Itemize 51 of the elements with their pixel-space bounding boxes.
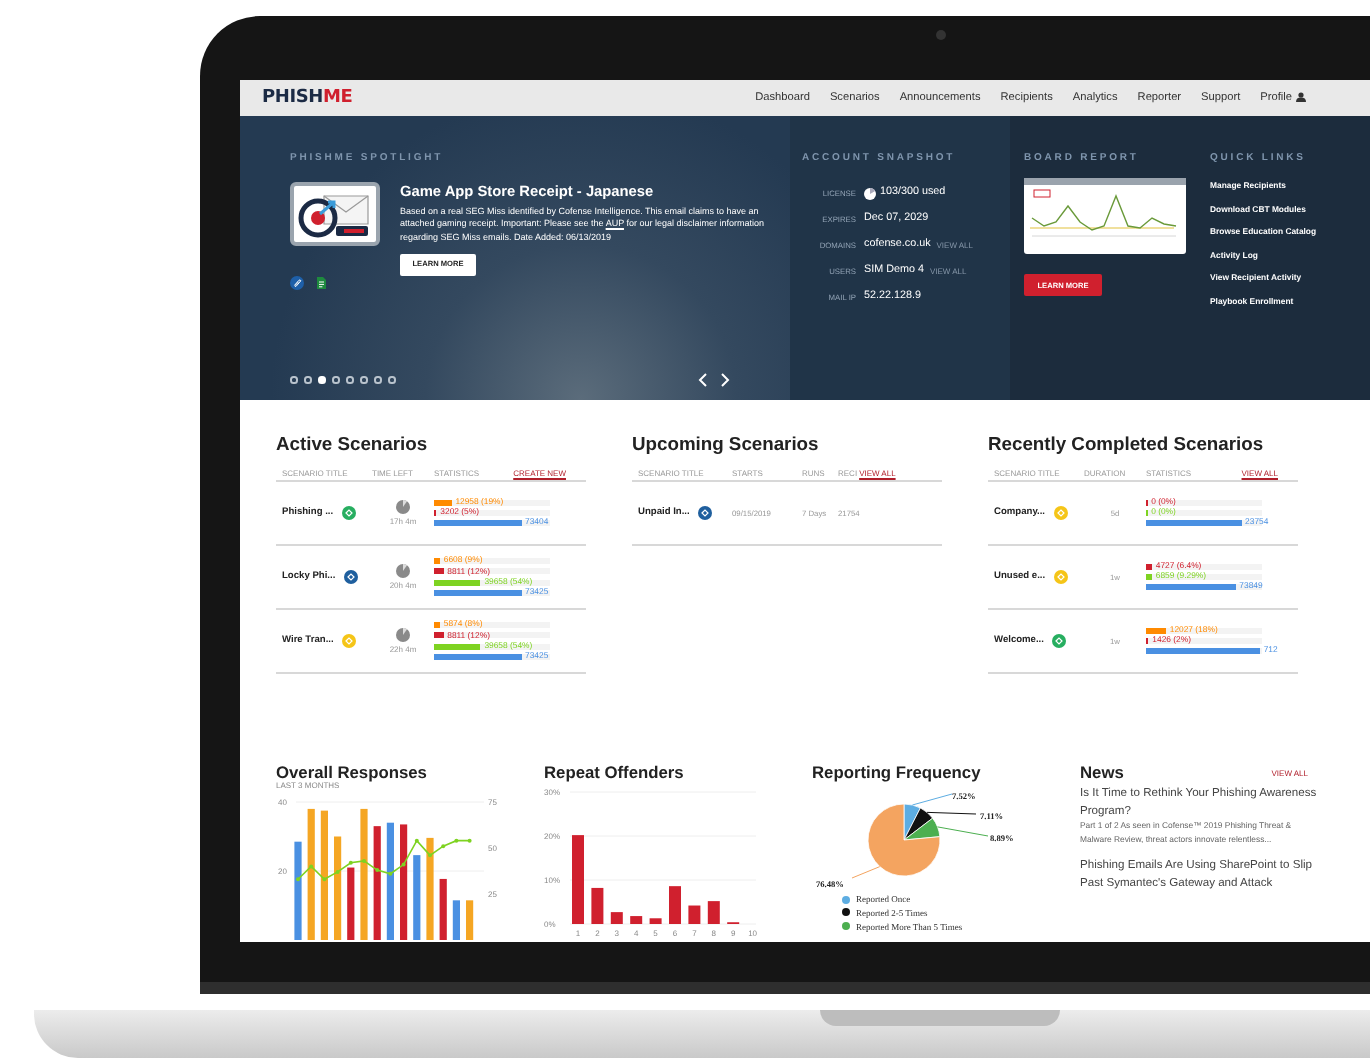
- logo: PHISHME: [262, 88, 353, 108]
- chart-bar: [320, 810, 328, 940]
- camera-icon: [936, 29, 946, 39]
- chart-bar: [439, 878, 447, 940]
- pie-icon: [396, 500, 410, 514]
- slide-dot[interactable]: [290, 376, 297, 384]
- leader-line: [926, 811, 977, 815]
- chart-bar: [649, 918, 662, 924]
- chart-bar: [591, 887, 604, 924]
- chart-bar: [610, 912, 623, 924]
- chart-bar: [466, 900, 474, 940]
- chevron-right-icon[interactable]: [720, 372, 730, 388]
- user-icon: [1296, 92, 1306, 102]
- paperclip-icon: [290, 276, 304, 290]
- chart-bar: [688, 905, 701, 924]
- chart-bar: [386, 822, 394, 940]
- chart-bar: [452, 900, 460, 940]
- panel-title: Upcoming Scenarios: [632, 432, 821, 454]
- slide-dot[interactable]: [360, 376, 367, 384]
- panel-title: News: [1080, 762, 1124, 782]
- leader-line: [851, 866, 881, 879]
- chart-bar: [334, 836, 342, 940]
- chart-bar: [400, 824, 408, 940]
- chart-bar: [669, 886, 681, 924]
- chart-bar: [572, 835, 584, 924]
- document-icon: [314, 276, 328, 290]
- panel-title: Recently Completed Scenarios: [988, 432, 1266, 454]
- panel-title: Overall Responses: [276, 762, 429, 782]
- panel-title: Repeat Offenders: [544, 762, 686, 782]
- slide-dot[interactable]: [332, 376, 339, 384]
- slide-dot[interactable]: [374, 376, 381, 384]
- leader-line: [937, 826, 989, 837]
- chart-bar: [413, 855, 421, 940]
- chevron-left-icon[interactable]: [698, 372, 708, 388]
- slide-dot[interactable]: [304, 376, 311, 384]
- chart-bar: [347, 867, 355, 940]
- chart-bar: [707, 901, 720, 924]
- chart-bar: [360, 808, 368, 940]
- chart-bar: [373, 826, 381, 940]
- pie-icon: [396, 628, 410, 642]
- slide-dot[interactable]: [346, 376, 353, 384]
- panel-title: Active Scenarios: [276, 432, 430, 454]
- panel-title: Reporting Frequency: [812, 762, 983, 782]
- pie-icon: [396, 564, 410, 578]
- leader-line: [911, 793, 953, 806]
- chart-bar: [426, 837, 434, 940]
- chart-bar: [294, 841, 302, 940]
- pie-icon: [864, 187, 876, 199]
- chart-bar: [630, 916, 643, 924]
- chart-bar: [307, 808, 315, 940]
- slide-dot[interactable]: [388, 376, 395, 384]
